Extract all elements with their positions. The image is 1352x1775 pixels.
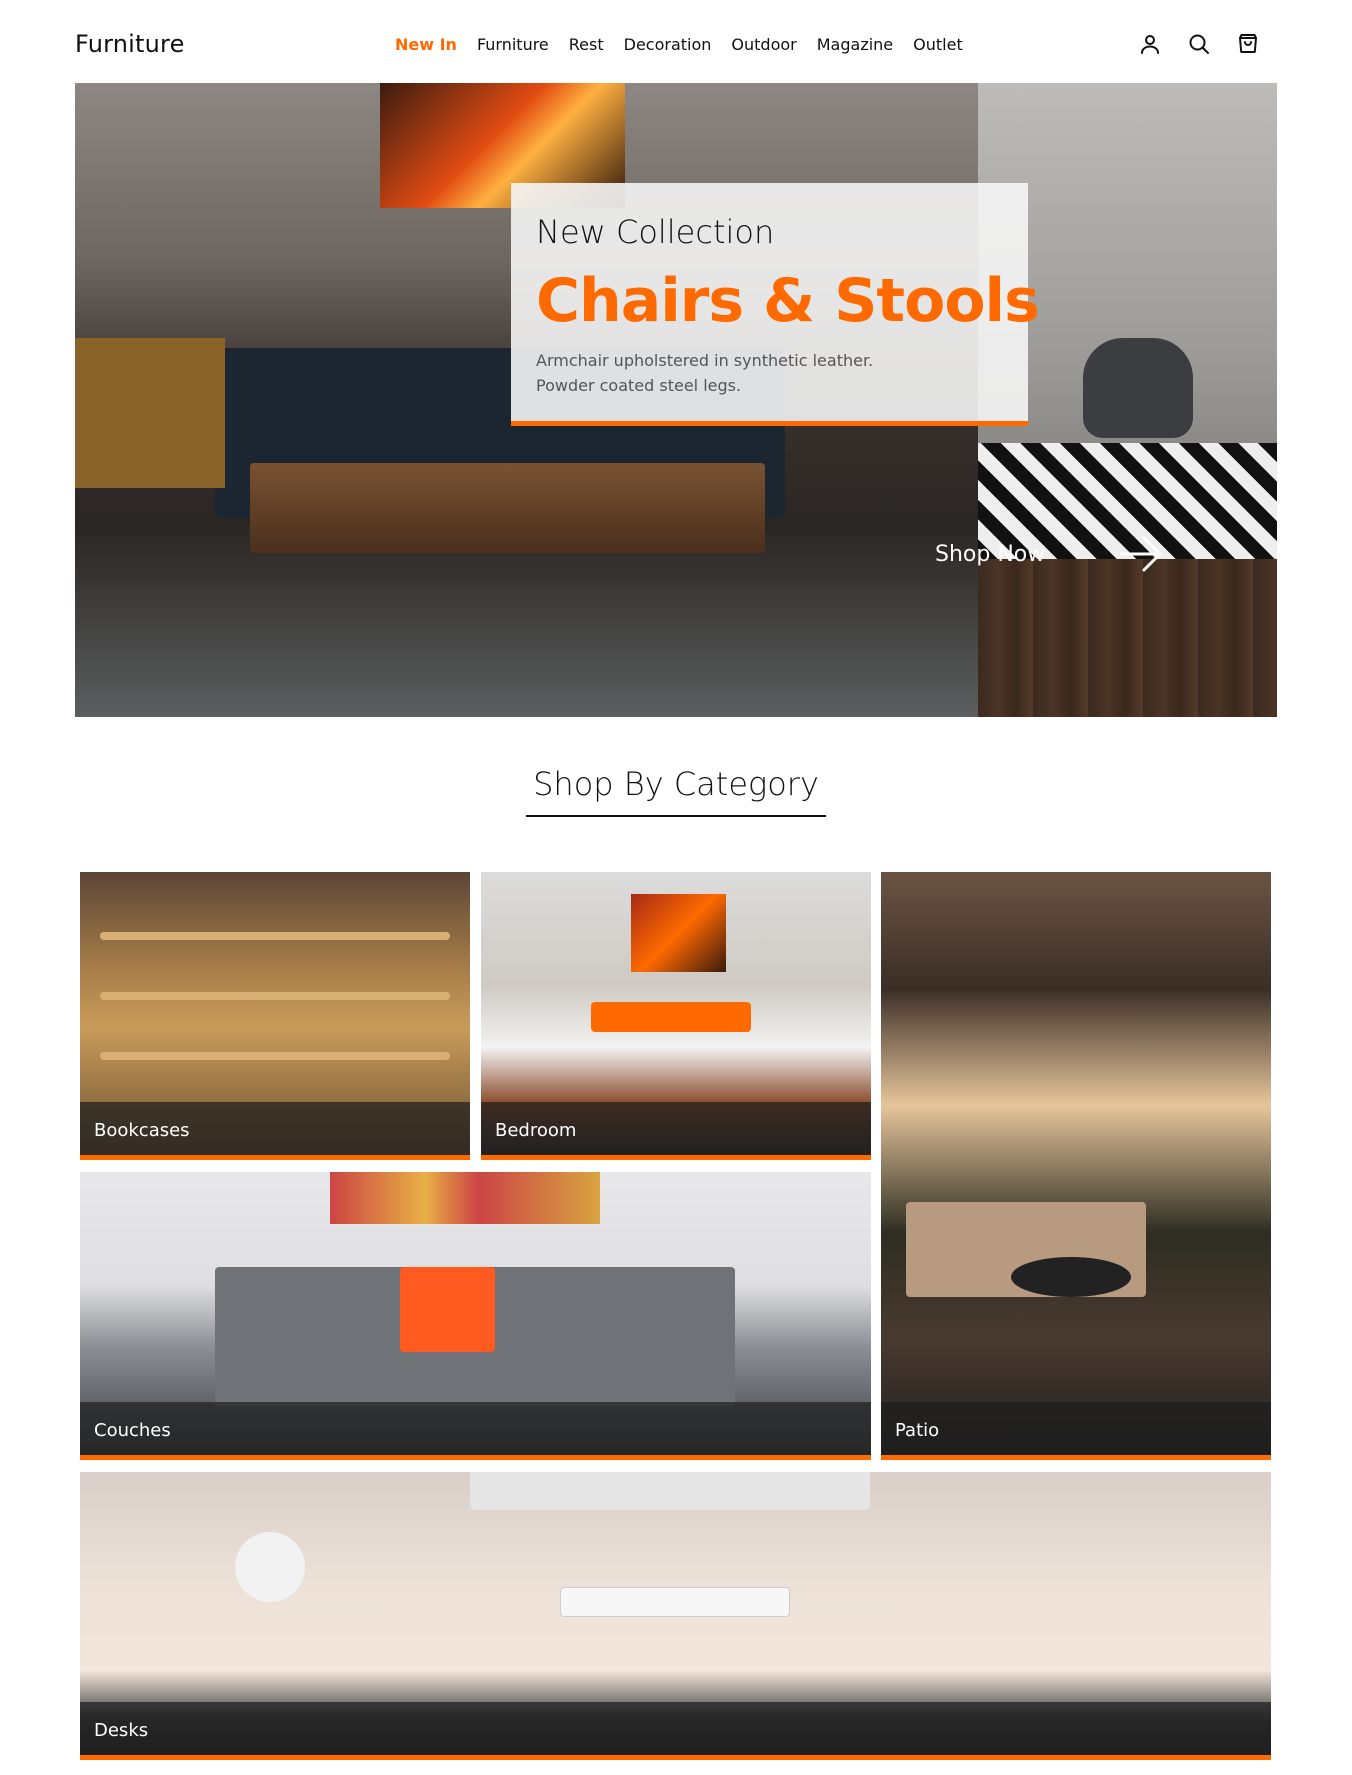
tile-label: Couches — [94, 1420, 171, 1441]
promo-title: Chairs & Stools — [536, 266, 1040, 336]
shelf-decoration — [100, 992, 450, 1000]
brand-logo[interactable]: Furniture — [75, 30, 185, 58]
tile-label: Bookcases — [94, 1120, 190, 1141]
shop-now-button[interactable]: Shop Now — [935, 542, 1045, 567]
promo-description-line-1: Armchair upholstered in synthetic leathe… — [536, 351, 874, 370]
couch-wall-art — [330, 1172, 600, 1224]
nav-item-outdoor[interactable]: Outdoor — [731, 35, 796, 54]
tile-caption-bar — [80, 1402, 871, 1455]
nav-item-magazine[interactable]: Magazine — [817, 35, 893, 54]
category-tile-couches[interactable]: Couches — [80, 1172, 871, 1460]
bedroom-painting — [631, 894, 726, 972]
promo-description-line-2: Powder coated steel legs. — [536, 376, 742, 395]
header-actions — [1138, 32, 1260, 56]
desk-mug — [235, 1532, 305, 1602]
category-tile-bookcases[interactable]: Bookcases — [80, 872, 470, 1160]
shop-now-panel[interactable] — [978, 559, 1277, 717]
category-tile-bedroom[interactable]: Bedroom — [481, 872, 871, 1160]
armchair-shape — [1083, 338, 1193, 438]
nav-item-decoration[interactable]: Decoration — [624, 35, 712, 54]
nav-item-rest[interactable]: Rest — [569, 35, 604, 54]
promo-description: Armchair upholstered in synthetic leathe… — [536, 348, 1006, 398]
nav-item-new-in[interactable]: New In — [395, 35, 457, 54]
main-nav: New In Furniture Rest Decoration Outdoor… — [395, 35, 963, 54]
tile-label: Patio — [895, 1420, 940, 1441]
arrow-right-icon[interactable] — [1118, 530, 1166, 578]
coffee-table-shape — [250, 463, 765, 553]
desk-keyboard — [560, 1587, 790, 1617]
search-icon[interactable] — [1187, 32, 1211, 56]
cart-icon[interactable] — [1236, 32, 1260, 56]
nav-item-furniture[interactable]: Furniture — [477, 35, 549, 54]
orange-cushion — [400, 1267, 495, 1352]
shelf-decoration — [100, 932, 450, 940]
section-title: Shop By Category — [533, 765, 819, 803]
category-tile-patio[interactable]: Patio — [881, 872, 1271, 1460]
tile-caption-bar — [80, 1702, 1271, 1755]
promo-kicker: New Collection — [536, 213, 775, 251]
sideboard-shape — [75, 338, 225, 488]
promo-card: New Collection Chairs & Stools Armchair … — [511, 183, 1040, 426]
tile-label: Bedroom — [495, 1120, 577, 1141]
user-icon[interactable] — [1138, 32, 1162, 56]
site-header: Furniture New In Furniture Rest Decorati… — [0, 0, 1352, 83]
nav-item-outlet[interactable]: Outlet — [913, 35, 963, 54]
section-title-underline — [526, 815, 826, 817]
category-tile-desks[interactable]: Desks — [80, 1472, 1271, 1760]
bed-pillows — [591, 1002, 751, 1032]
desk-monitor — [470, 1472, 870, 1510]
shelf-decoration — [100, 1052, 450, 1060]
tile-label: Desks — [94, 1720, 149, 1741]
tile-caption-bar — [881, 1402, 1271, 1455]
patio-table — [1011, 1257, 1131, 1297]
